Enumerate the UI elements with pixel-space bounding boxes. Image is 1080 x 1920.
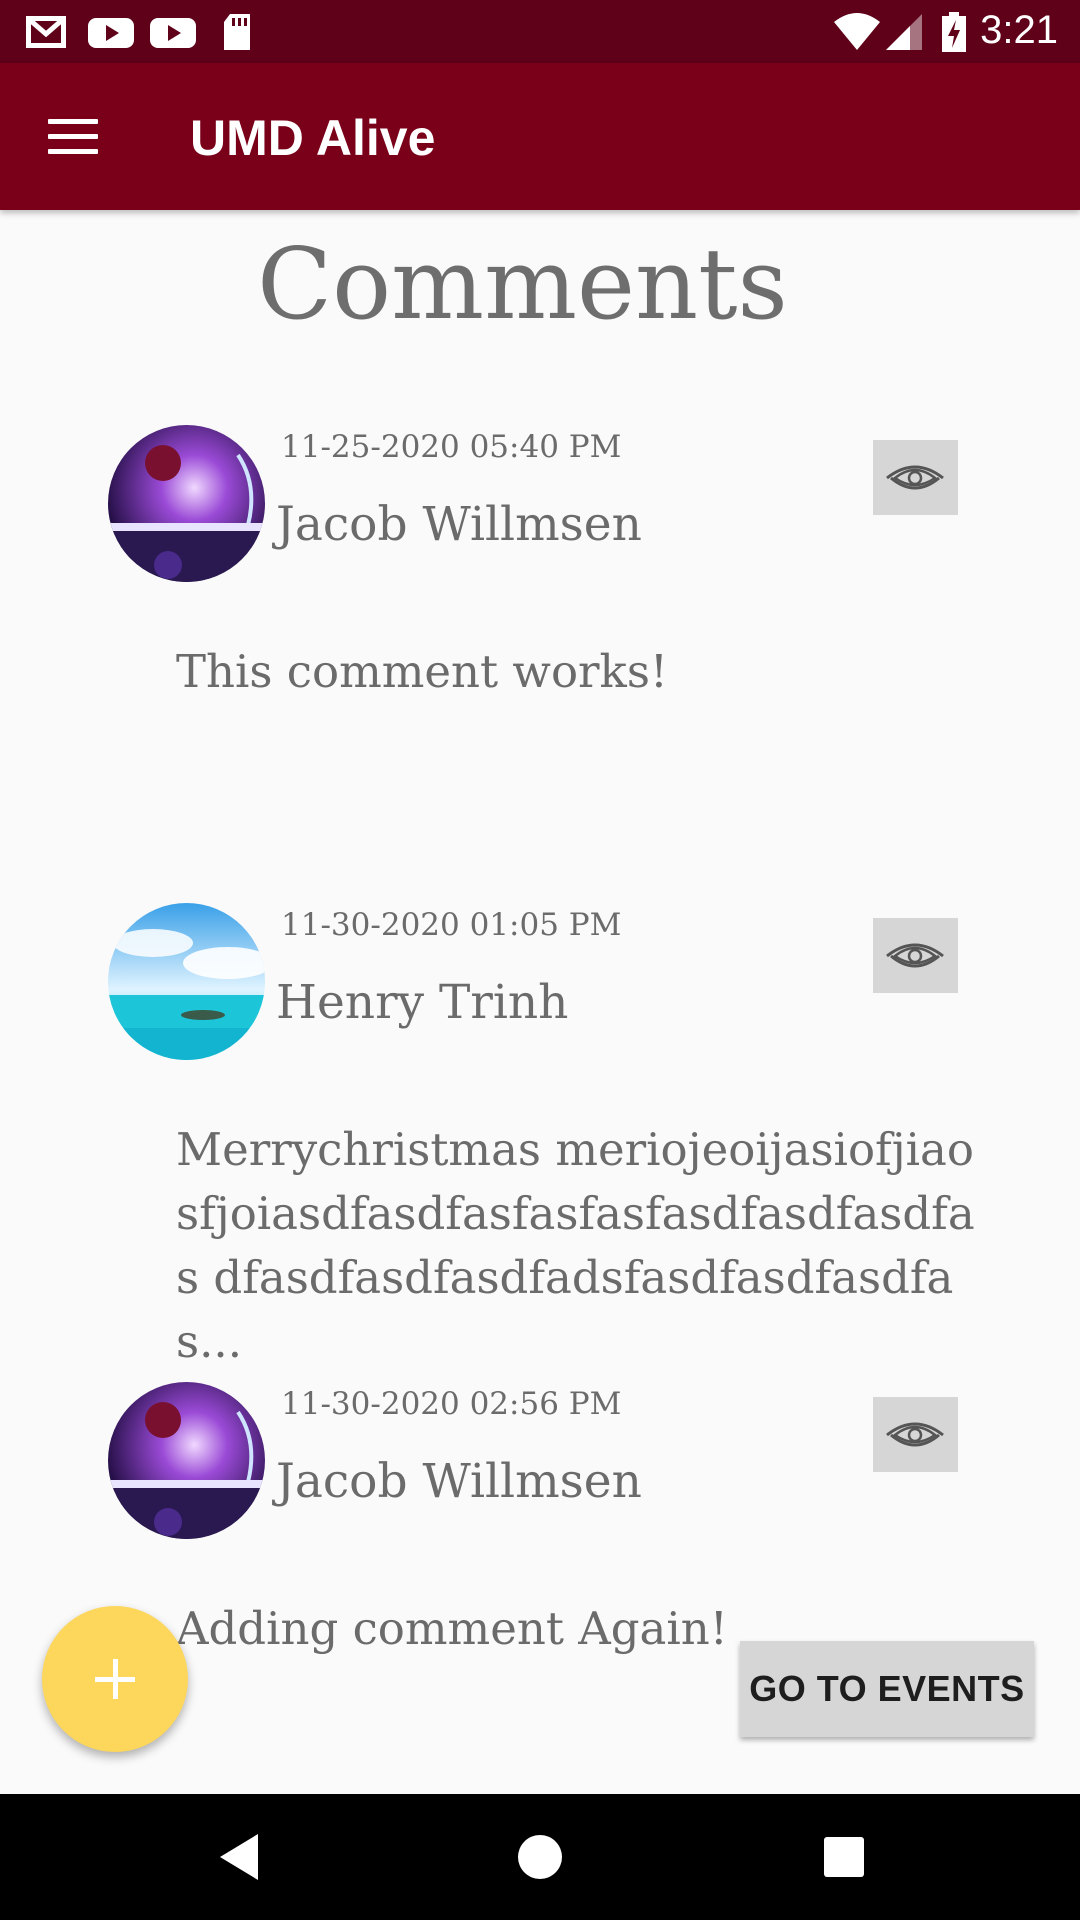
battery-charging-icon bbox=[942, 12, 966, 52]
view-comment-button[interactable] bbox=[873, 918, 958, 993]
comment-author: Jacob Willmsen bbox=[276, 497, 642, 552]
avatar bbox=[108, 425, 265, 582]
avatar bbox=[108, 1382, 265, 1539]
wifi-icon bbox=[834, 13, 880, 50]
signal-icon bbox=[886, 14, 922, 50]
comment-timestamp: 11-30-2020 01:05 PM bbox=[281, 907, 622, 943]
comment-item: 11-25-2020 05:40 PM Jacob Willmsen This … bbox=[0, 425, 1080, 895]
home-icon[interactable] bbox=[507, 1824, 573, 1890]
back-icon[interactable] bbox=[206, 1824, 272, 1890]
sd-card-icon bbox=[224, 14, 250, 50]
comment-text: This comment works! bbox=[176, 645, 668, 698]
navigation-bar bbox=[0, 1794, 1080, 1920]
plus-icon bbox=[95, 1659, 135, 1699]
comment-timestamp: 11-25-2020 05:40 PM bbox=[281, 429, 622, 465]
page-title: Comments bbox=[257, 228, 788, 342]
comment-timestamp: 11-30-2020 02:56 PM bbox=[281, 1386, 622, 1422]
go-to-events-button[interactable]: GO TO EVENTS bbox=[740, 1641, 1034, 1737]
app-title: UMD Alive bbox=[190, 110, 436, 166]
eye-icon bbox=[886, 943, 944, 968]
youtube-icon bbox=[88, 18, 134, 48]
recents-icon[interactable] bbox=[811, 1824, 877, 1890]
view-comment-button[interactable] bbox=[873, 1397, 958, 1472]
eye-icon bbox=[886, 465, 944, 490]
comment-author: Henry Trinh bbox=[276, 975, 569, 1030]
app-bar: UMD Alive bbox=[0, 63, 1080, 210]
hamburger-menu-icon[interactable] bbox=[28, 97, 118, 177]
youtube-icon bbox=[150, 18, 196, 48]
comment-item: 11-30-2020 01:05 PM Henry Trinh Merrychr… bbox=[0, 903, 1080, 1373]
status-bar: 3:21 bbox=[0, 0, 1080, 63]
view-comment-button[interactable] bbox=[873, 440, 958, 515]
status-time: 3:21 bbox=[980, 8, 1058, 52]
comment-author: Jacob Willmsen bbox=[276, 1454, 642, 1509]
eye-icon bbox=[886, 1422, 944, 1447]
comment-text: Merrychristmas meriojeoijasiofjiao sfjoi… bbox=[176, 1123, 975, 1368]
avatar bbox=[108, 903, 265, 1060]
gmail-icon bbox=[26, 16, 66, 48]
add-comment-button[interactable] bbox=[42, 1606, 188, 1752]
